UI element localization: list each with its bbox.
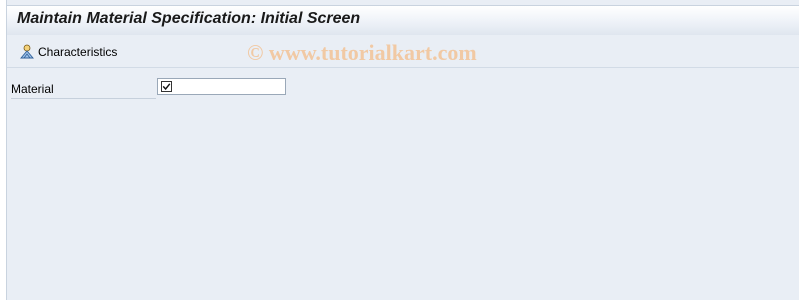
page-title: Maintain Material Specification: Initial… <box>17 10 361 27</box>
material-field-row: Material <box>7 76 307 100</box>
characteristics-icon <box>20 44 34 59</box>
material-label: Material <box>11 82 156 99</box>
characteristics-label: Characteristics <box>38 45 118 59</box>
title-bar: Maintain Material Specification: Initial… <box>7 5 799 36</box>
watermark: © www.tutorialkart.com <box>247 40 477 65</box>
material-field[interactable] <box>157 78 286 95</box>
required-checkbox-icon <box>161 81 172 92</box>
characteristics-button[interactable]: Characteristics <box>19 43 117 61</box>
material-input[interactable] <box>176 79 276 94</box>
sap-screen: Maintain Material Specification: Initial… <box>6 0 799 300</box>
